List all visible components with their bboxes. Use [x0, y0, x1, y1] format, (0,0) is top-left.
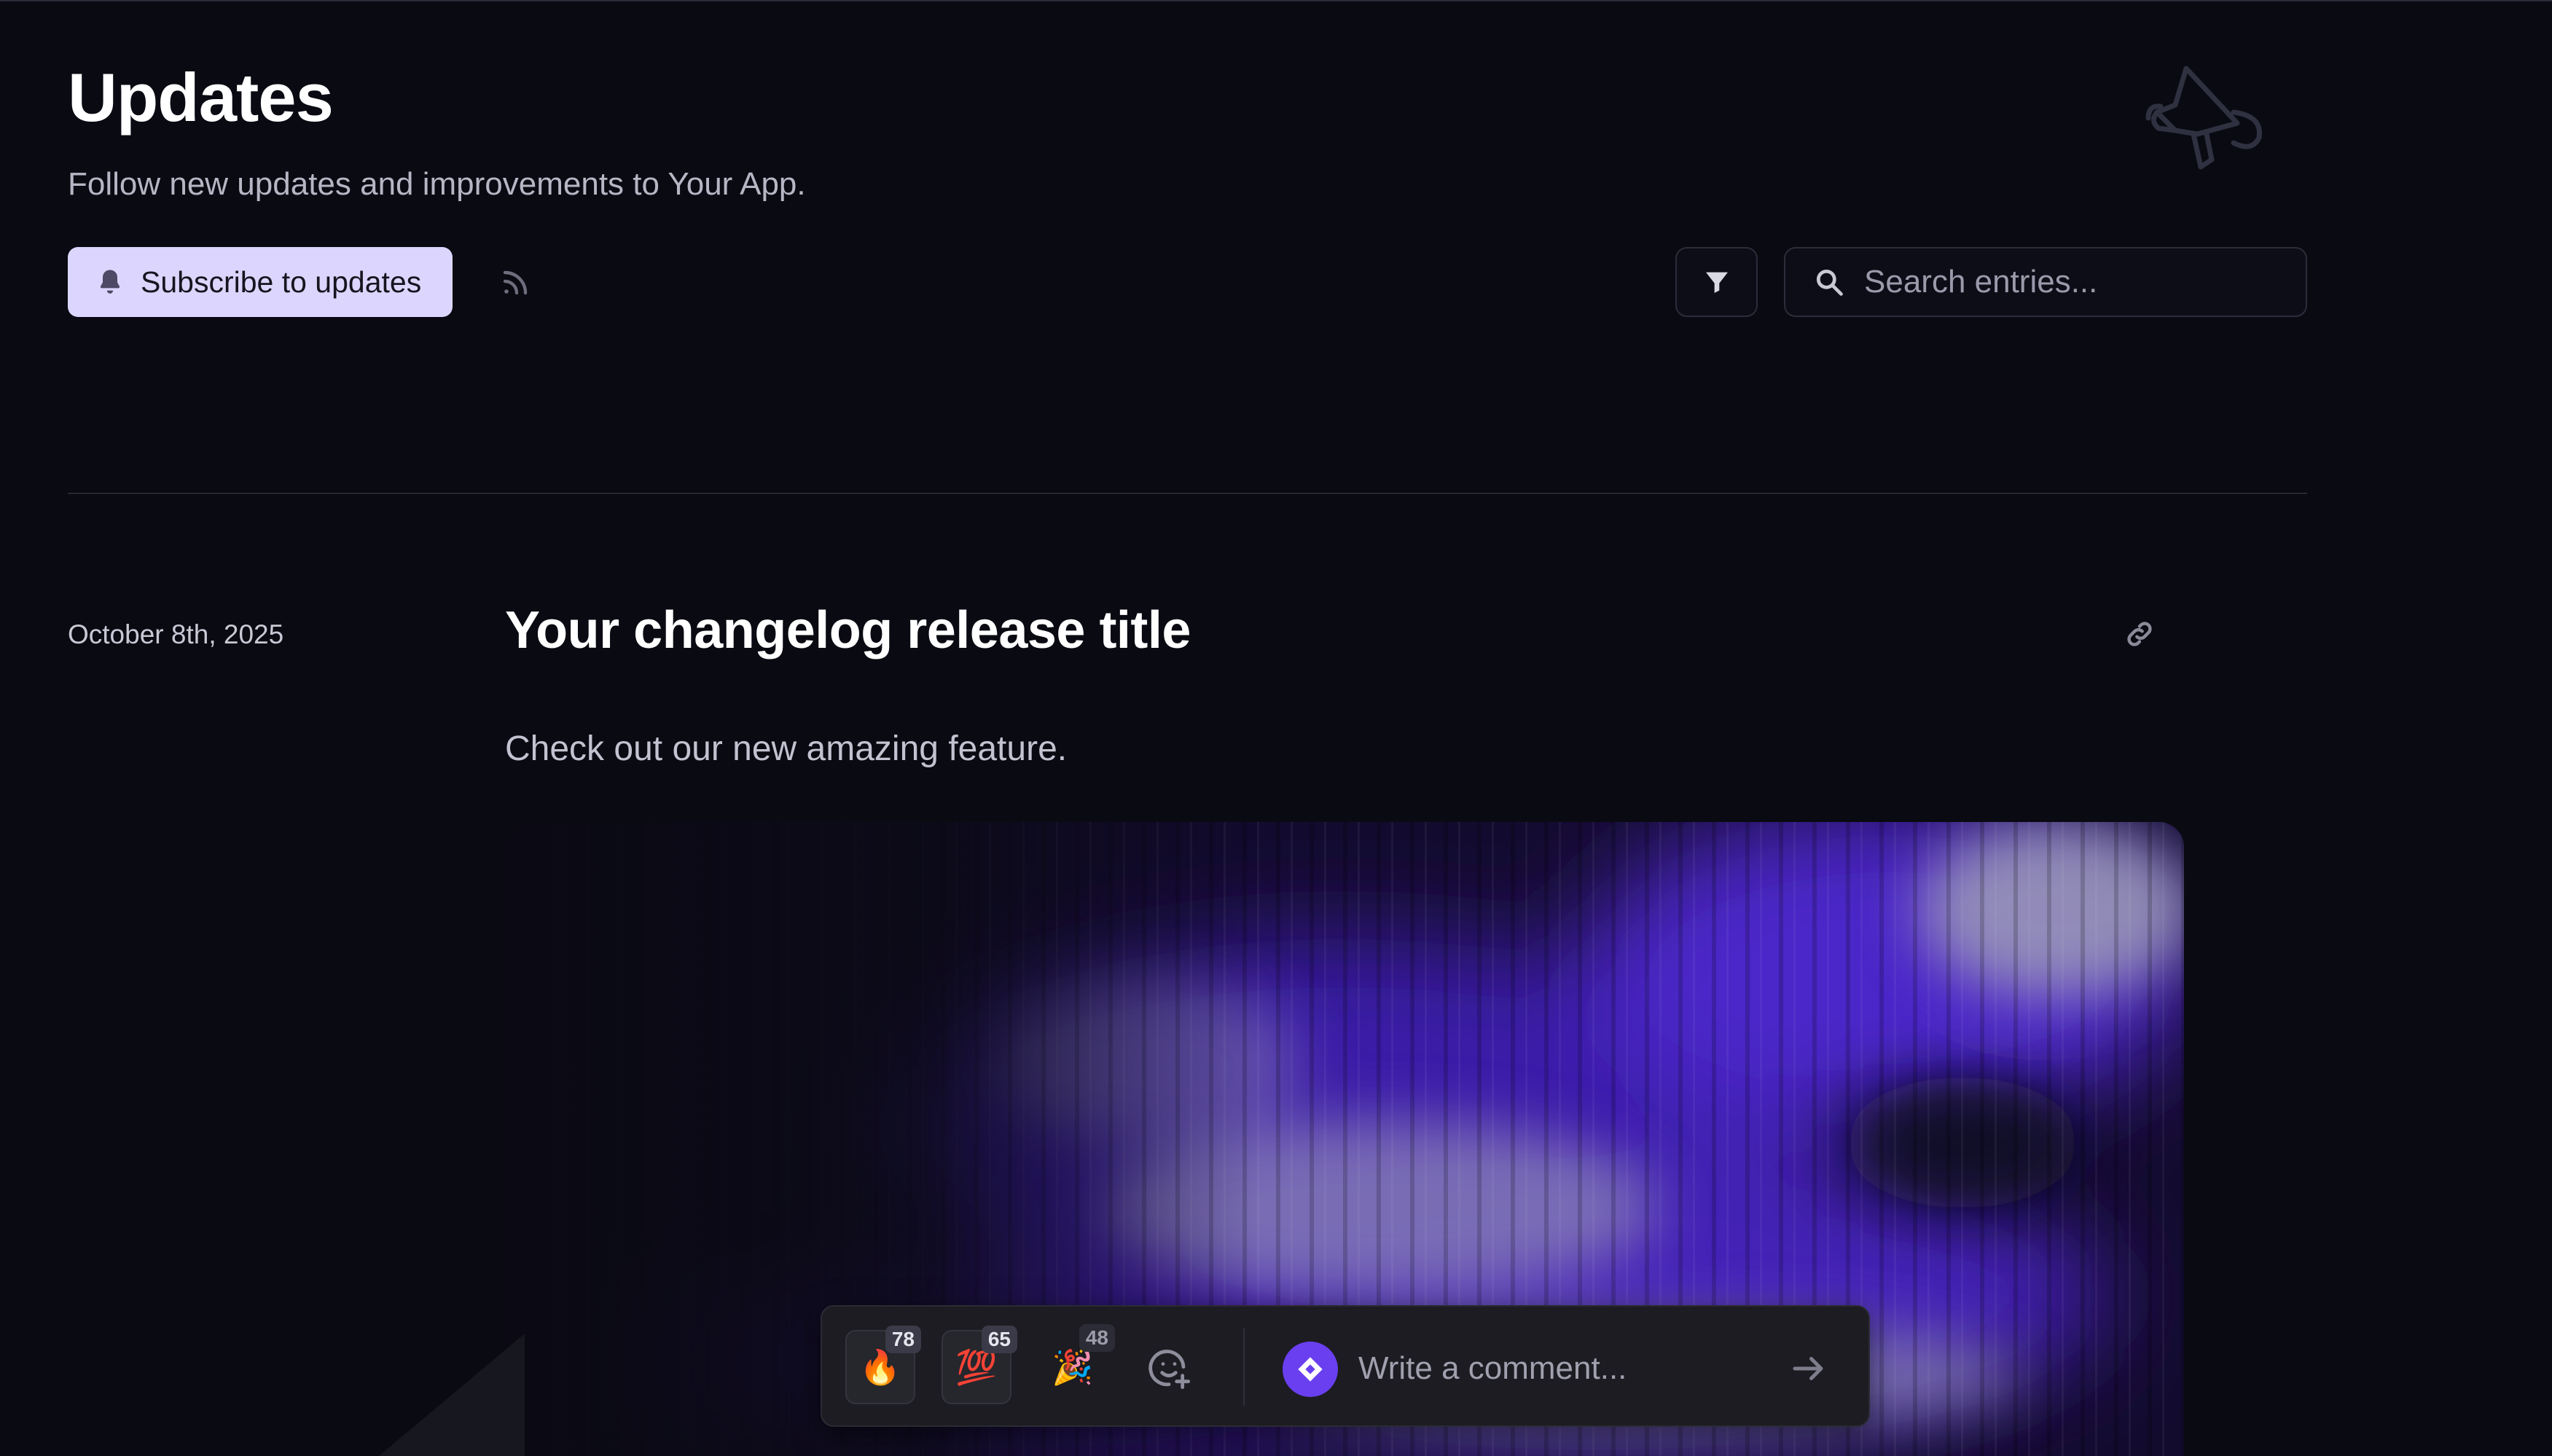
comment-input[interactable] — [1358, 1343, 1752, 1394]
subscribe-label: Subscribe to updates — [141, 265, 422, 299]
decorative-shape — [379, 1334, 525, 1456]
party-icon: 🎉 — [1052, 1347, 1094, 1387]
filter-icon — [1705, 272, 1728, 293]
search-input[interactable] — [1864, 264, 2272, 300]
rss-icon[interactable] — [498, 265, 533, 300]
reaction-count: 48 — [1079, 1324, 1115, 1352]
arrow-right-icon[interactable] — [1788, 1349, 1828, 1388]
reaction-party[interactable]: 🎉 48 — [1038, 1324, 1115, 1404]
bell-icon — [100, 270, 120, 294]
entry-date: October 8th, 2025 — [68, 619, 284, 649]
megaphone-icon — [2145, 66, 2263, 170]
page-subtitle: Follow new updates and improvements to Y… — [68, 166, 806, 202]
add-emoji-icon[interactable] — [1146, 1345, 1192, 1391]
divider — [68, 493, 2307, 494]
reaction-hundred[interactable]: 💯 65 — [942, 1326, 1017, 1404]
search-box[interactable] — [1784, 247, 2307, 317]
subscribe-button[interactable]: Subscribe to updates — [68, 247, 453, 317]
search-icon — [1816, 269, 1843, 296]
reaction-fire[interactable]: 🔥 78 — [845, 1326, 921, 1404]
entry-title: Your changelog release title — [505, 601, 1191, 659]
top-border — [0, 0, 2552, 1]
filter-button[interactable] — [1675, 247, 1758, 317]
diamond-logo-icon — [1298, 1357, 1323, 1382]
reaction-count: 78 — [885, 1326, 921, 1353]
link-icon[interactable] — [2124, 618, 2156, 650]
changelog-page: Updates Follow new updates and improveme… — [0, 0, 2552, 1456]
bar-separator — [1243, 1328, 1245, 1406]
reaction-comment-bar: 🔥 78 💯 65 🎉 48 — [821, 1305, 1870, 1427]
avatar — [1283, 1342, 1338, 1397]
entry-body: Check out our new amazing feature. — [505, 729, 1068, 768]
page-title: Updates — [68, 59, 334, 136]
reaction-count: 65 — [981, 1326, 1017, 1353]
